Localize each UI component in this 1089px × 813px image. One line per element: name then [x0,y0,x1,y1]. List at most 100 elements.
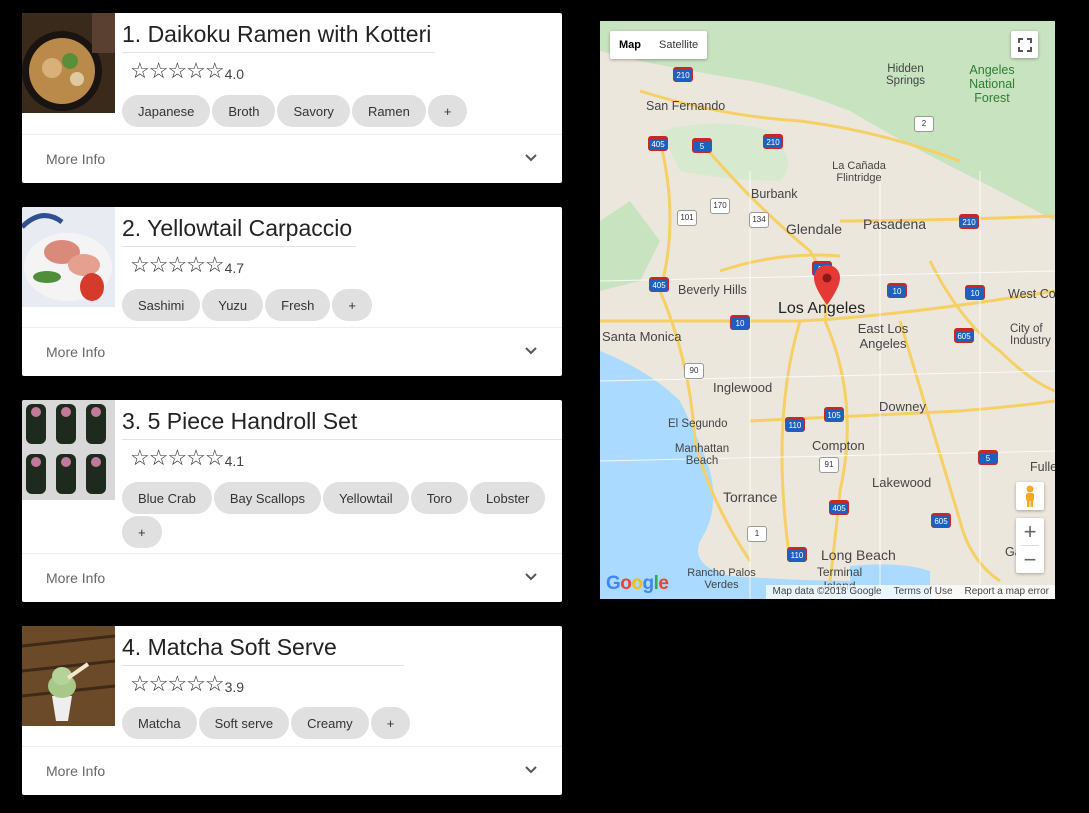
add-tag-button[interactable]: + [427,95,468,127]
map-view[interactable]: Map Satellite Hidden Springs Angeles Nat… [600,21,1055,599]
chevron-down-icon [525,347,537,355]
map-data-credit: Map data ©2018 Google [772,586,882,597]
tag-list: Matcha Soft serve Creamy + [122,707,552,739]
more-info-label: More Info [46,151,106,167]
place-label: Fulle [1030,460,1055,474]
rating-value: 4.7 [224,260,245,276]
place-label: El Segundo [668,418,728,430]
dish-photo-handroll [22,400,115,500]
interstate-shield: 605 [954,328,974,343]
place-label: West Co [1008,287,1055,301]
place-label: Rancho Palos Verdes [687,567,756,591]
dish-card: 1. Daikoku Ramen with Kotteri ☆☆☆☆☆ 4.0 … [22,13,562,183]
place-label: Santa Monica [602,329,682,344]
zoom-controls: + − [1016,518,1044,573]
more-info-label: More Info [46,344,106,360]
interstate-shield: 405 [648,136,668,151]
dish-photo-carpaccio [22,207,115,307]
more-info-toggle[interactable]: More Info [22,746,562,795]
place-label: Hidden Springs [886,63,925,87]
interstate-shield: 110 [787,547,807,562]
dish-title: 3. 5 Piece Handroll Set [122,408,562,440]
star-icons[interactable]: ☆☆☆☆☆ [130,673,225,695]
tag-chip[interactable]: Japanese [122,95,211,127]
tag-chip[interactable]: Broth [212,95,276,127]
place-label: Inglewood [713,380,773,395]
interstate-shield: 5 [692,138,712,153]
dish-title: 4. Matcha Soft Serve [122,634,404,666]
tag-chip[interactable]: Matcha [122,707,197,739]
more-info-toggle[interactable]: More Info [22,553,562,602]
map-type-map-button[interactable]: Map [610,31,650,59]
tag-chip[interactable]: Soft serve [198,707,290,739]
tag-chip[interactable]: Creamy [291,707,369,739]
state-route-shield: 134 [749,212,769,228]
state-route-shield: 91 [819,457,839,473]
add-tag-button[interactable]: + [370,707,411,739]
dish-card: 2. Yellowtail Carpaccio ☆☆☆☆☆ 4.7 Sashim… [22,207,562,376]
place-label: Torrance [723,489,778,505]
more-info-toggle[interactable]: More Info [22,327,562,376]
star-icons[interactable]: ☆☆☆☆☆ [130,60,225,82]
place-label: Manhattan Beach [674,443,730,467]
tag-list: Blue Crab Bay Scallops Yellowtail Toro L… [122,482,552,548]
map-type-satellite-button[interactable]: Satellite [650,31,707,59]
dish-title: 1. Daikoku Ramen with Kotteri [122,21,436,53]
terms-of-use-link[interactable]: Terms of Use [888,585,959,599]
interstate-shield: 605 [931,513,951,528]
star-rating: ☆☆☆☆☆ 4.0 [130,60,245,83]
star-rating: ☆☆☆☆☆ 4.7 [130,254,245,277]
place-label: Pasadena [863,216,927,232]
add-tag-button[interactable]: + [122,516,162,548]
rating-value: 4.0 [224,66,245,82]
interstate-shield: 210 [763,134,783,149]
tag-chip[interactable]: Lobster [470,482,546,514]
tag-chip[interactable]: Fresh [265,289,331,321]
star-icons[interactable]: ☆☆☆☆☆ [130,254,225,276]
place-label: City of Industry [1010,323,1051,347]
interstate-shield: 210 [959,214,979,229]
place-label: Downey [879,399,926,414]
star-rating: ☆☆☆☆☆ 3.9 [130,673,244,696]
tag-chip[interactable]: Ramen [351,95,426,127]
add-tag-button[interactable]: + [332,289,372,321]
place-label: Beverly Hills [678,283,747,297]
interstate-shield: 10 [887,283,907,298]
zoom-in-button[interactable]: + [1024,518,1037,545]
more-info-toggle[interactable]: More Info [22,134,562,183]
chevron-down-icon [525,154,537,162]
tag-list: Japanese Broth Savory Ramen + [122,95,552,127]
tag-chip[interactable]: Bay Scallops [213,482,321,514]
street-view-pegman[interactable] [1016,482,1044,510]
report-map-error-link[interactable]: Report a map error [959,585,1055,599]
interstate-shield: 10 [730,315,750,330]
place-label: East Los Angeles [857,321,909,351]
location-marker-icon[interactable] [814,265,840,305]
tag-chip[interactable]: Yellowtail [322,482,409,514]
map-type-toggle: Map Satellite [610,31,708,59]
tag-chip[interactable]: Yuzu [202,289,264,321]
place-label: Long Beach [821,547,896,563]
star-icons[interactable]: ☆☆☆☆☆ [130,447,225,469]
tag-chip[interactable]: Blue Crab [122,482,212,514]
dish-title: 2. Yellowtail Carpaccio [122,215,357,247]
place-label: San Fernando [646,99,726,113]
chevron-down-icon [525,766,537,774]
google-logo[interactable]: Google [606,573,669,595]
tag-chip[interactable]: Toro [410,482,468,514]
place-label: Glendale [786,221,843,237]
place-label: La Cañada Flintridge [832,160,886,184]
pegman-icon [1026,485,1034,507]
dish-photo-ramen [22,13,115,113]
tag-chip[interactable]: Sashimi [122,289,201,321]
place-label: Angeles National Forest [969,63,1015,105]
state-route-shield: 90 [684,363,704,379]
fullscreen-icon [1017,37,1032,52]
state-route-shield: 2 [914,116,934,132]
zoom-out-button[interactable]: − [1024,546,1037,573]
state-route-shield: 1 [747,526,767,542]
dish-photo-matcha [22,626,115,726]
fullscreen-button[interactable] [1011,31,1038,58]
state-route-shield: 170 [710,198,730,214]
tag-chip[interactable]: Savory [277,95,350,127]
